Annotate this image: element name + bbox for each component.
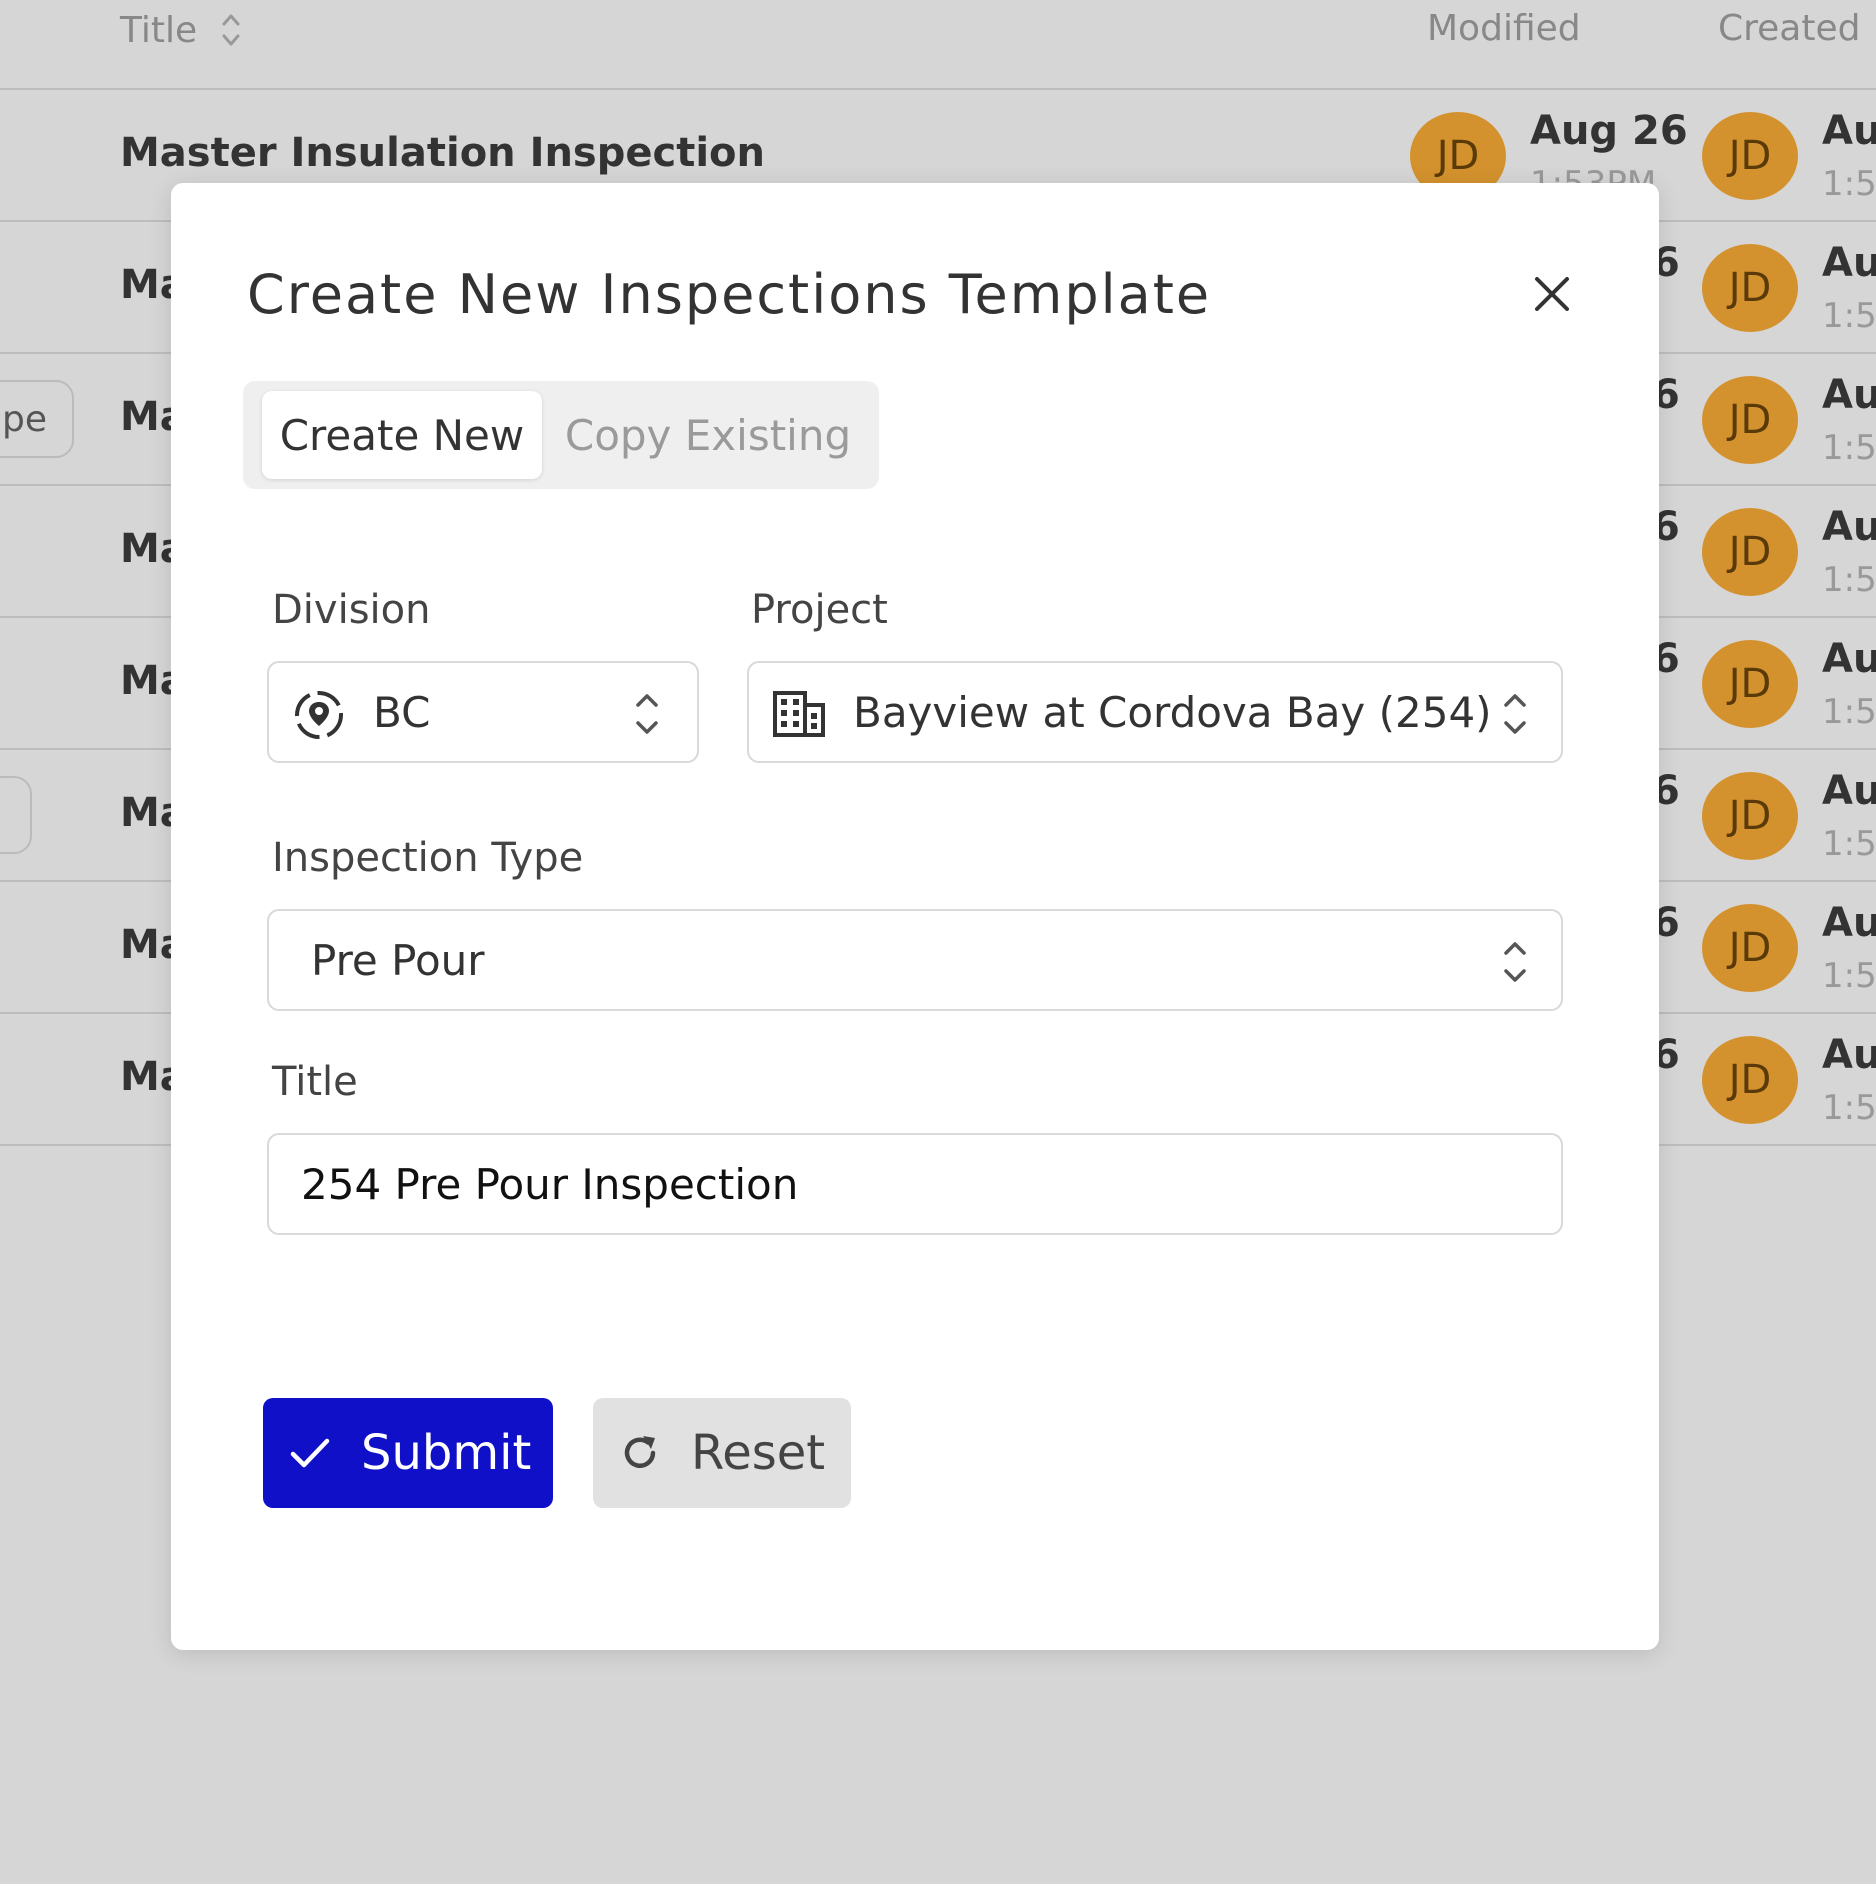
inspection-type-value: Pre Pour (311, 935, 485, 985)
title-label: Title (272, 1059, 358, 1105)
chevron-updown-icon (1504, 942, 1526, 982)
mode-toggle: Create New Copy Existing (243, 381, 879, 489)
avatar: JD (1702, 904, 1798, 992)
created-time: 1:5 (1822, 164, 1876, 204)
avatar: JD (1702, 640, 1798, 728)
close-icon[interactable] (1531, 273, 1573, 315)
project-label: Project (751, 587, 888, 633)
avatar: JD (1702, 508, 1798, 596)
tab-copy-existing[interactable]: Copy Existing (553, 391, 863, 479)
inspection-type-label: Inspection Type (272, 835, 584, 881)
column-header-created[interactable]: Created (1718, 8, 1860, 49)
filter-pill[interactable] (0, 776, 32, 854)
submit-label: Submit (361, 1425, 532, 1481)
chevron-updown-icon (1504, 694, 1526, 734)
created-time: 1:5 (1822, 1088, 1876, 1128)
check-icon (290, 1438, 330, 1468)
title-input-value: 254 Pre Pour Inspection (301, 1159, 799, 1209)
reset-button[interactable]: Reset (593, 1398, 851, 1508)
refresh-icon (624, 1436, 656, 1468)
avatar: JD (1702, 376, 1798, 464)
avatar: JD (1702, 244, 1798, 332)
tab-create-new[interactable]: Create New (262, 391, 542, 479)
column-header-title-label: Title (120, 9, 198, 51)
division-label: Division (272, 587, 431, 633)
submit-button[interactable]: Submit (263, 1398, 553, 1508)
created-time: 1:5 (1822, 296, 1876, 336)
location-target-icon (295, 691, 343, 739)
filter-pill[interactable]: pe (0, 380, 74, 458)
created-date: Au (1822, 240, 1876, 286)
column-header-title[interactable]: Title (120, 8, 243, 52)
avatar: JD (1702, 1036, 1798, 1124)
created-date: Au (1822, 372, 1876, 418)
chevron-updown-icon (636, 694, 658, 734)
modified-date: Aug 26 (1530, 108, 1688, 154)
created-time: 1:5 (1822, 824, 1876, 864)
created-date: Au (1822, 768, 1876, 814)
modal-title: Create New Inspections Template (247, 263, 1212, 326)
created-time: 1:5 (1822, 560, 1876, 600)
created-date: Au (1822, 504, 1876, 550)
building-icon (773, 691, 825, 737)
created-date: Au (1822, 636, 1876, 682)
reset-label: Reset (691, 1425, 826, 1481)
sort-icon[interactable] (219, 8, 243, 52)
created-time: 1:5 (1822, 692, 1876, 732)
title-input[interactable]: 254 Pre Pour Inspection (267, 1133, 1563, 1235)
create-template-modal: Create New Inspections Template Create N… (171, 183, 1659, 1650)
division-value: BC (373, 687, 431, 737)
project-select[interactable]: Bayview at Cordova Bay (254) (747, 661, 1563, 763)
avatar: JD (1702, 112, 1798, 200)
filter-pill-label: pe (2, 398, 47, 440)
avatar: JD (1702, 772, 1798, 860)
created-date: Au (1822, 1032, 1876, 1078)
created-date: Au (1822, 108, 1876, 154)
created-date: Au (1822, 900, 1876, 946)
created-time: 1:5 (1822, 428, 1876, 468)
created-time: 1:5 (1822, 956, 1876, 996)
list-header: Title Modified Created (0, 0, 1876, 90)
project-value: Bayview at Cordova Bay (254) (853, 687, 1492, 737)
row-title: Master Insulation Inspection (120, 130, 765, 176)
column-header-modified[interactable]: Modified (1427, 8, 1581, 49)
division-select[interactable]: BC (267, 661, 699, 763)
inspection-type-select[interactable]: Pre Pour (267, 909, 1563, 1011)
